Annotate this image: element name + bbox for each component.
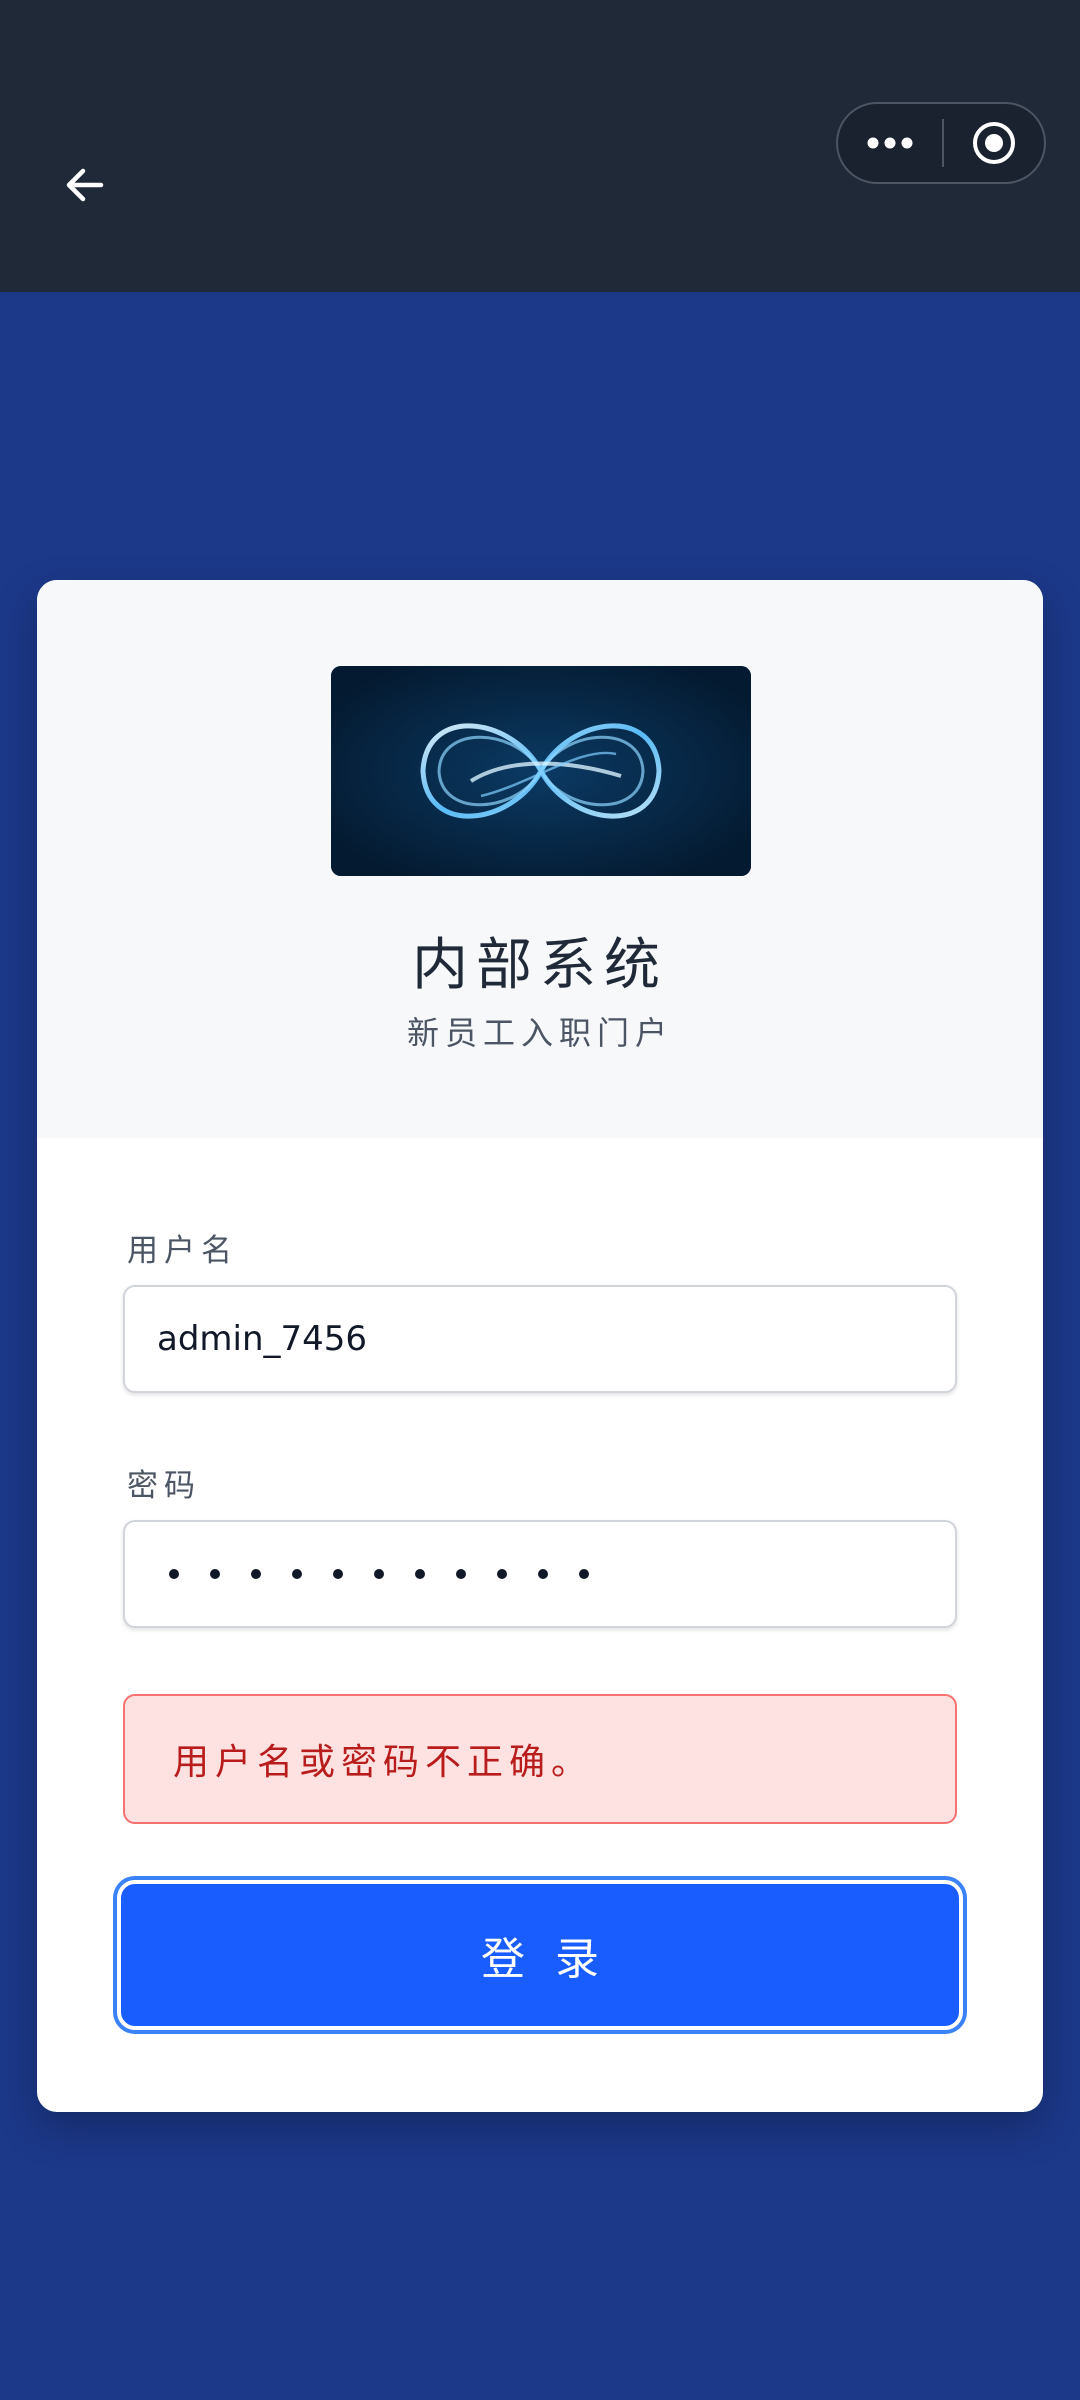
password-dot xyxy=(579,1569,589,1579)
password-dot xyxy=(251,1569,261,1579)
top-navigation-bar xyxy=(0,0,1080,292)
login-button[interactable]: 登录 xyxy=(117,1880,963,2030)
password-dot xyxy=(210,1569,220,1579)
username-label: 用户名 xyxy=(127,1233,238,1269)
password-input[interactable] xyxy=(123,1520,957,1628)
password-dot xyxy=(415,1569,425,1579)
card-header: 内部系统 新员工入职门户 xyxy=(37,580,1043,1138)
more-dots-icon xyxy=(867,137,913,149)
password-label: 密码 xyxy=(127,1468,201,1504)
password-dot xyxy=(292,1569,302,1579)
app-subtitle: 新员工入职门户 xyxy=(406,1014,673,1052)
password-dot xyxy=(333,1569,343,1579)
password-dot xyxy=(374,1569,384,1579)
infinity-logo xyxy=(331,666,751,876)
password-dot xyxy=(538,1569,548,1579)
back-button[interactable] xyxy=(50,150,120,220)
target-circle-icon xyxy=(973,122,1015,164)
mini-program-capsule xyxy=(836,102,1046,184)
arrow-left-icon xyxy=(66,168,104,202)
password-dot xyxy=(497,1569,507,1579)
username-input[interactable] xyxy=(123,1285,957,1393)
app-title: 内部系统 xyxy=(412,933,668,998)
close-mini-program-button[interactable] xyxy=(944,104,1044,182)
password-dot xyxy=(169,1569,179,1579)
error-message: 用户名或密码不正确。 xyxy=(123,1694,957,1824)
login-card: 内部系统 新员工入职门户 用户名 密码 用户名或密码不正确。 登录 xyxy=(37,580,1043,2112)
password-dot xyxy=(456,1569,466,1579)
more-button[interactable] xyxy=(838,104,942,182)
